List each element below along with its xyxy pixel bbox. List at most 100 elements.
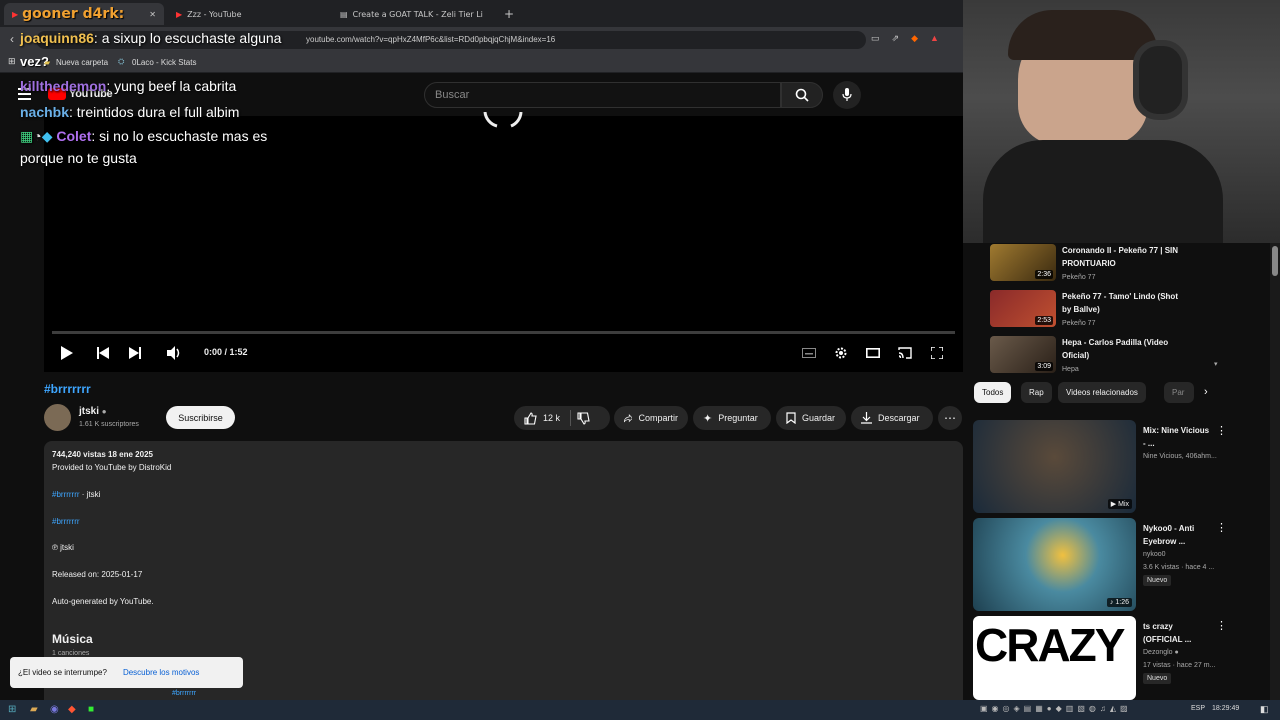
system-tray-icons[interactable]: ▣◉◎◈▤▦●◆▥▧◍♫◭▨ xyxy=(980,704,1132,713)
channel-avatar[interactable] xyxy=(44,404,71,431)
search-input[interactable]: Buscar xyxy=(424,82,781,108)
apps-icon[interactable]: ⊞ xyxy=(8,56,16,67)
tab-zzz[interactable]: ▶ Zzz - YouTube xyxy=(168,3,328,25)
divider xyxy=(570,410,572,426)
desc-line: Released on: 2025-01-17 xyxy=(52,570,143,579)
share-label: Compartir xyxy=(638,413,678,423)
subtitles-button[interactable] xyxy=(801,345,817,361)
share-icon[interactable]: ⇗ xyxy=(892,33,900,44)
headphones-icon xyxy=(1133,40,1188,120)
share-arrow-icon xyxy=(624,413,633,422)
save-button[interactable]: Guardar xyxy=(776,406,846,430)
tab-tierlist[interactable]: ▤ Create a GOAT TALK - Zeli Tier List - xyxy=(332,3,492,25)
duration-badge: 2:53 xyxy=(1035,316,1053,325)
recommendation-thumbnail: CRAZY xyxy=(973,616,1136,700)
previous-icon xyxy=(97,347,109,359)
chevron-down-icon[interactable]: ▾ xyxy=(1214,360,1218,368)
cast-button[interactable] xyxy=(897,345,913,361)
hashtag-link[interactable]: #brrrrrrr xyxy=(52,517,80,526)
folder-icon: ▰ xyxy=(44,58,51,67)
play-button[interactable] xyxy=(60,345,74,361)
chat-message: nachbk: treintidos dura el full albim xyxy=(20,104,240,120)
channel-name[interactable]: jtski ● xyxy=(79,406,107,417)
tab-label: gooner d4rk: xyxy=(22,6,125,22)
search-icon xyxy=(795,88,809,102)
video-title-hashtag[interactable]: #brrrrrrr xyxy=(44,382,91,396)
new-tab-button[interactable]: + xyxy=(496,3,514,25)
bookmark-kickstats[interactable]: 0Laco - Kick Stats xyxy=(132,58,196,67)
close-tab-icon[interactable]: ✕ xyxy=(149,10,156,19)
subscribe-button[interactable]: Suscribirse xyxy=(166,406,235,429)
dislike-button[interactable] xyxy=(577,411,590,425)
chip-all[interactable]: Todos xyxy=(974,382,1012,403)
taskbar: ⊞ ▰ ◉ ◆ ■ ▣◉◎◈▤▦●◆▥▧◍♫◭▨ ESP 18:29:49 ◧ xyxy=(0,700,1280,720)
recommendation-thumbnail: ▶ Mix xyxy=(973,420,1136,513)
webcam-shirt xyxy=(983,140,1223,243)
fullscreen-button[interactable] xyxy=(929,345,945,361)
scrollbar-thumb[interactable] xyxy=(1272,246,1278,276)
chat-username: nachbk xyxy=(20,104,70,120)
recommendation-thumbnail: ♪ 1:26 xyxy=(973,518,1136,611)
settings-button[interactable] xyxy=(833,345,849,361)
chat-message: killthedemon: yung beef la cabrita xyxy=(20,78,237,94)
theater-button[interactable] xyxy=(865,345,881,361)
chip-related[interactable]: Videos relacionados xyxy=(1058,382,1146,403)
next-icon xyxy=(129,347,141,359)
download-button[interactable]: Descargar xyxy=(851,406,933,430)
chat-text: treintidos dura el full albim xyxy=(76,104,240,120)
start-icon[interactable]: ⊞ xyxy=(8,704,16,715)
more-vertical-icon[interactable]: ⋮ xyxy=(1216,620,1227,632)
chip-rap[interactable]: Rap xyxy=(1021,382,1052,403)
kick-icon[interactable]: ■ xyxy=(88,704,94,715)
search-button[interactable] xyxy=(781,82,823,108)
url-text: youtube.com/watch?v=qpHxZ4MfP6c&list=RDd… xyxy=(306,35,556,44)
previous-button[interactable] xyxy=(96,345,110,361)
hashtag-link[interactable]: #brrrrrrr xyxy=(52,490,80,499)
playlist-item[interactable]: 2:53 Pekeño 77 - Tamo' Lindo (Shot by Ba… xyxy=(990,290,1230,330)
toast-text: ¿El video se interrumpe? xyxy=(18,668,107,677)
rewards-icon[interactable]: ▲ xyxy=(930,33,939,44)
scrollbar-track[interactable] xyxy=(1270,243,1280,700)
bookmark-folder[interactable]: Nueva carpeta xyxy=(56,58,108,67)
clock[interactable]: 18:29:49 xyxy=(1212,705,1239,712)
more-vertical-icon[interactable]: ⋮ xyxy=(1216,425,1227,437)
discord-icon[interactable]: ◉ xyxy=(50,704,59,715)
progress-bar[interactable] xyxy=(52,331,955,334)
thumbnail-text: CRAZY xyxy=(975,619,1125,671)
verified-icon: ● xyxy=(1174,649,1179,656)
volume-button[interactable] xyxy=(167,345,183,361)
more-actions-button[interactable]: ⋯ xyxy=(938,406,962,430)
chat-username: Colet xyxy=(56,128,92,144)
chat-text: yung beef la cabrita xyxy=(114,78,237,94)
like-button[interactable]: 12 k xyxy=(524,411,561,425)
back-icon[interactable]: ‹ xyxy=(10,32,14,46)
song-link[interactable]: #brrrrrrr xyxy=(172,690,196,697)
mix-badge: ▶ Mix xyxy=(1107,499,1132,509)
install-icon[interactable]: ▭ xyxy=(871,33,880,44)
tab-stream[interactable]: ▶ gooner d4rk: ✕ xyxy=(4,3,164,25)
chevron-right-icon[interactable]: › xyxy=(1204,386,1208,398)
chat-username: killthedemon xyxy=(20,78,107,94)
fullscreen-icon xyxy=(931,347,943,359)
like-count: 12 k xyxy=(543,413,561,423)
folder-icon[interactable]: ▰ xyxy=(30,704,38,715)
next-button[interactable] xyxy=(128,345,142,361)
time-display: 0:00 / 1:52 xyxy=(204,347,248,357)
playlist-item[interactable]: 3:09 Hepa - Carlos Padilla (Video Oficia… xyxy=(990,336,1230,376)
sparkle-icon: ✦ xyxy=(703,412,713,425)
share-button[interactable]: Compartir xyxy=(614,406,688,430)
recommendation-views: 17 vistas · hace 27 m... xyxy=(1143,662,1216,669)
brave-shield-icon[interactable]: ◆ xyxy=(911,33,918,44)
notification-icon[interactable]: ◧ xyxy=(1260,704,1269,715)
playlist-title: Hepa - Carlos Padilla (Video Oficial) xyxy=(1062,338,1169,360)
more-vertical-icon[interactable]: ⋮ xyxy=(1216,522,1227,534)
playlist-thumbnail: 2:36 xyxy=(990,244,1056,281)
brave-icon[interactable]: ◆ xyxy=(68,704,76,715)
voice-search-button[interactable] xyxy=(833,81,861,109)
language-indicator[interactable]: ESP xyxy=(1191,705,1205,712)
ask-button[interactable]: ✦ Preguntar xyxy=(693,406,771,430)
chip-partial[interactable]: Par xyxy=(1164,382,1194,403)
music-section-heading: Música xyxy=(52,632,93,646)
playlist-item[interactable]: 2:36 Coronando II - Pekeño 77 | SIN PRON… xyxy=(990,244,1230,284)
toast-link[interactable]: Descubre los motivos xyxy=(123,668,199,677)
